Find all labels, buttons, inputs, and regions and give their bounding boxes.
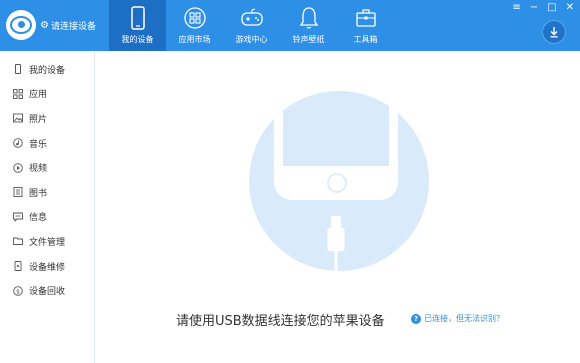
top-bar: ⚙ 请连接设备 我的设备 应用市场 游戏中心 铃声壁纸 工具箱 ≡ − □ ✕ [0,0,580,51]
svg-text:$: $ [16,288,20,295]
tab-ringtone-wallpaper[interactable]: 铃声壁纸 [280,0,337,51]
phone-icon [13,64,23,75]
sidebar-item-my-device[interactable]: 我的设备 [0,57,94,82]
photo-icon [13,113,23,123]
music-icon [13,138,23,148]
sidebar: 我的设备 应用 照片 音乐 视频 图书 信息 文件管理 设备维修 $ 设备回收 [0,51,95,363]
sidebar-item-books[interactable]: 图书 [0,180,94,205]
connect-device-illustration [249,91,429,274]
close-icon[interactable]: ✕ [566,3,574,13]
sidebar-item-label: 设备回收 [29,287,66,298]
sidebar-item-photos[interactable]: 照片 [0,106,94,131]
menu-icon[interactable]: ≡ [512,3,520,13]
tab-my-device[interactable]: 我的设备 [109,0,166,51]
app-market-icon [183,7,206,29]
toolbox-icon [355,9,376,27]
sidebar-item-label: 我的设备 [29,65,66,76]
device-status-label: 请连接设备 [50,21,96,32]
sidebar-item-label: 文件管理 [29,237,66,248]
device-status[interactable]: ⚙ 请连接设备 [40,19,96,32]
sidebar-item-label: 设备维修 [29,262,66,273]
sidebar-item-apps[interactable]: 应用 [0,82,94,107]
sidebar-item-device-recycle[interactable]: $ 设备回收 [0,278,94,303]
tab-label: 游戏中心 [235,35,268,44]
recycle-icon: $ [13,285,23,296]
app-logo-icon [6,10,36,40]
apps-icon [13,88,23,99]
sidebar-item-label: 应用 [29,90,48,101]
connect-prompt: 请使用USB数据线连接您的苹果设备 [176,314,385,329]
message-icon [13,212,23,222]
sidebar-item-label: 图书 [29,188,48,199]
phone-icon [130,6,145,30]
help-link[interactable]: ? 已连接，但无法识别？ [411,313,504,324]
sidebar-item-label: 照片 [29,114,48,125]
sidebar-item-label: 音乐 [29,139,48,150]
maximize-icon[interactable]: □ [547,3,556,13]
tab-label: 铃声壁纸 [292,35,325,44]
download-icon [550,27,558,38]
gamepad-icon [240,8,263,26]
book-icon [13,187,23,198]
tab-label: 应用市场 [178,35,211,44]
sidebar-item-video[interactable]: 视频 [0,155,94,180]
tab-game-center[interactable]: 游戏中心 [223,0,280,51]
tab-label: 工具箱 [353,35,378,44]
folder-icon [13,236,23,246]
sidebar-item-label: 视频 [29,164,48,175]
brand: ⚙ 请连接设备 [6,10,96,40]
sidebar-item-label: 信息 [29,213,48,224]
minimize-icon[interactable]: − [530,3,538,13]
gear-icon: ⚙ [40,19,49,31]
sidebar-item-music[interactable]: 音乐 [0,131,94,156]
window-controls: ≡ − □ ✕ [512,3,574,13]
tab-toolbox[interactable]: 工具箱 [337,0,394,51]
main-nav: 我的设备 应用市场 游戏中心 铃声壁纸 工具箱 [109,0,394,51]
wrench-icon [13,261,23,271]
question-icon: ? [411,313,421,324]
tab-app-market[interactable]: 应用市场 [166,0,223,51]
help-link-label: 已连接，但无法识别？ [424,314,504,323]
sidebar-item-device-repair[interactable]: 设备维修 [0,254,94,279]
video-icon [13,162,23,173]
sidebar-item-messages[interactable]: 信息 [0,205,94,230]
bell-icon [299,7,318,29]
tab-label: 我的设备 [121,35,154,44]
sidebar-item-file-manager[interactable]: 文件管理 [0,229,94,254]
download-button[interactable] [542,20,566,44]
main-panel: 请使用USB数据线连接您的苹果设备 ? 已连接，但无法识别？ [96,51,580,363]
